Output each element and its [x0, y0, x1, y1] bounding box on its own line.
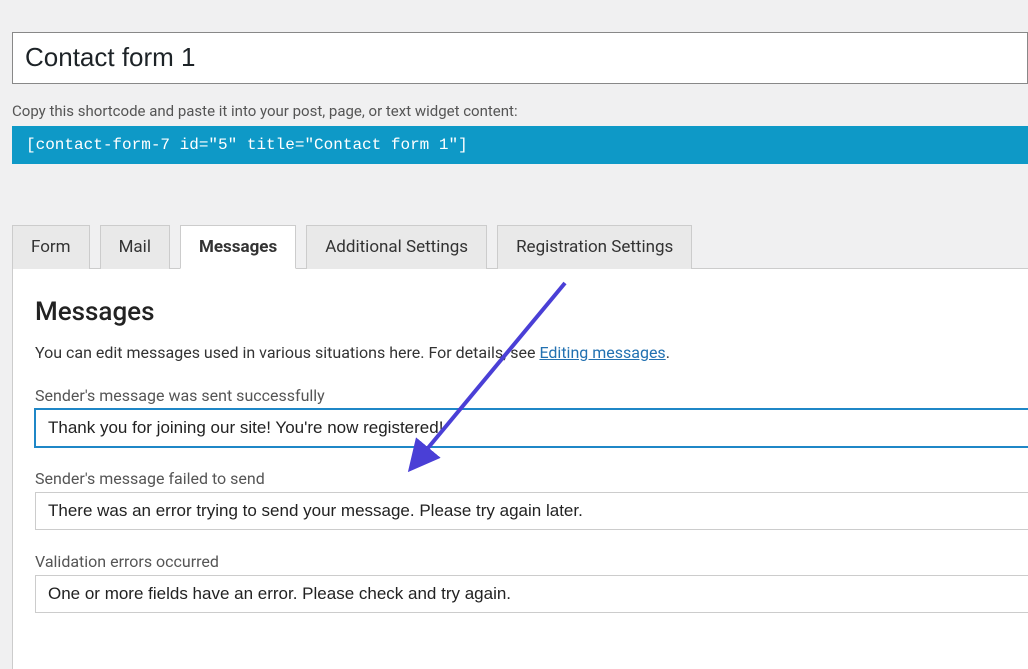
tab-registration-settings[interactable]: Registration Settings	[497, 225, 692, 269]
tab-mail[interactable]: Mail	[100, 225, 170, 269]
shortcode-code-box[interactable]: [contact-form-7 id="5" title="Contact fo…	[12, 126, 1028, 164]
tab-additional-settings[interactable]: Additional Settings	[306, 225, 487, 269]
tab-messages[interactable]: Messages	[180, 225, 296, 269]
success-message-label: Sender's message was sent successfully	[35, 386, 1028, 405]
validation-message-input[interactable]	[35, 575, 1028, 613]
tabs-bar: Form Mail Messages Additional Settings R…	[12, 224, 1028, 269]
panel-desc-prefix: You can edit messages used in various si…	[35, 343, 539, 362]
success-message-input[interactable]	[35, 409, 1028, 447]
panel-heading: Messages	[35, 297, 1028, 327]
validation-message-label: Validation errors occurred	[35, 552, 1028, 571]
messages-panel: Messages You can edit messages used in v…	[12, 269, 1028, 669]
panel-desc-suffix: .	[666, 343, 670, 362]
form-title-input[interactable]	[12, 32, 1028, 84]
tab-form[interactable]: Form	[12, 225, 90, 269]
editing-messages-link[interactable]: Editing messages	[539, 343, 665, 362]
panel-description: You can edit messages used in various si…	[35, 343, 1028, 362]
failed-message-label: Sender's message failed to send	[35, 469, 1028, 488]
shortcode-instruction-label: Copy this shortcode and paste it into yo…	[12, 102, 1028, 120]
failed-message-input[interactable]	[35, 492, 1028, 530]
